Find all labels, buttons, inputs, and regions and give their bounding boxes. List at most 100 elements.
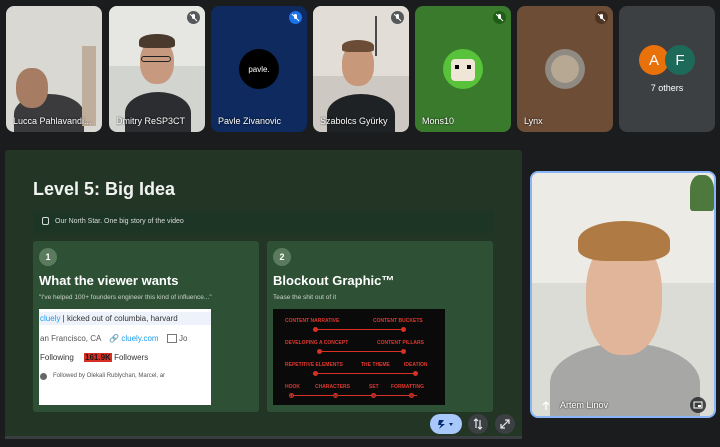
card-subtitle: "I've helped 100+ founders engineer this… [39, 294, 212, 301]
picture-in-picture-icon [693, 401, 703, 409]
participant-avatar: pavle. [239, 49, 279, 89]
profile-screenshot: cluely | kicked out of columbia, harvard… [39, 309, 211, 405]
participant-name: Lynx [524, 116, 543, 126]
blockout-graphic: CONTENT NARRATIVE CONTENT BUCKETS DEVELO… [273, 309, 445, 405]
swap-icon [473, 418, 483, 430]
presentation-button[interactable] [430, 414, 462, 434]
graphic-label: HOOK [285, 384, 300, 390]
graphic-dot: 11 [289, 393, 294, 398]
participant-tile-pavle[interactable]: pavle. Pavle Zivanovic [211, 6, 307, 132]
graphic-label: SET [369, 384, 379, 390]
graphic-label: THE THEME [361, 362, 390, 368]
bio-text: | kicked out of columbia, harvard [60, 314, 178, 323]
filmstrip-bar [5, 436, 522, 439]
avatar-lynx [551, 55, 579, 83]
person-body [327, 94, 395, 132]
graphic-label: CONTENT BUCKETS [373, 318, 423, 324]
swap-button[interactable] [468, 414, 488, 434]
mic-off-icon [187, 11, 200, 24]
followers-label: Followers [114, 353, 149, 362]
graphic-label: REPETITIVE ELEMENTS [285, 362, 343, 368]
website-link: cluely.com [121, 334, 159, 343]
card-blockout-graphic: 2 Blockout Graphic™ Tease the shit out o… [267, 241, 493, 412]
slide-title: Level 5: Big Idea [33, 179, 176, 199]
follow-stats: Following 161.9K Followers [40, 353, 148, 362]
location-text: an Francisco, CA [40, 334, 101, 343]
followers-count: 161.9K [84, 353, 112, 362]
lamp [375, 16, 377, 56]
person-hair [578, 221, 670, 261]
participant-tile-lynx[interactable]: Lynx [517, 6, 613, 132]
bio-line: cluely | kicked out of columbia, harvard [40, 314, 178, 323]
participant-name: Szabolcs Gyürky [320, 116, 388, 126]
participant-tile-mons10[interactable]: Mons10 [415, 6, 511, 132]
following-label: Following [40, 353, 74, 362]
graphic-label: CONTENT PILLARS [377, 340, 424, 346]
graphic-label: IDEATION [404, 362, 428, 368]
graphic-dot [313, 371, 318, 376]
graphic-dot [413, 371, 418, 376]
participant-tile-dmitry[interactable]: Dmitry ReSP3CT [109, 6, 205, 132]
participant-tile-szabolcs[interactable]: Szabolcs Gyürky [313, 6, 409, 132]
graphic-dot [313, 327, 318, 332]
pin-icon[interactable] [540, 399, 552, 411]
mic-off-icon [493, 11, 506, 24]
person-body [125, 92, 191, 132]
graphic-label: DEVELOPING A CONCEPT [285, 340, 349, 346]
person-hair [342, 40, 374, 52]
graphic-line [313, 373, 417, 374]
mic-off-icon [289, 11, 302, 24]
bio-link: cluely [40, 314, 61, 323]
door-frame [82, 46, 96, 126]
graphic-line [289, 395, 417, 396]
participant-name: Dmitry ReSP3CT [116, 116, 186, 126]
graphic-dot [317, 349, 322, 354]
graphic-dot: 8 [409, 393, 414, 398]
person-face [16, 68, 48, 108]
followed-by-text: Followed by Olekali Rublychan, Marcel, a… [53, 373, 166, 379]
graphic-line [313, 329, 405, 330]
graphic-label: CONTENT NARRATIVE [285, 318, 340, 324]
calendar-icon [166, 334, 177, 344]
graphic-dot [401, 327, 406, 332]
expand-button[interactable] [495, 414, 515, 434]
avatar-eye [467, 65, 471, 69]
avatar-figure [451, 59, 475, 81]
north-star-text: Our North Star. One big story of the vid… [55, 218, 184, 225]
card-title: Blockout Graphic™ [273, 273, 395, 288]
participant-avatar [443, 49, 483, 89]
link-icon: 🔗 [109, 334, 120, 343]
mic-off-icon [595, 11, 608, 24]
self-name: Artem Linov [560, 400, 609, 410]
mic-off-icon [391, 11, 404, 24]
graphic-line [317, 351, 405, 352]
follower-avatars [40, 373, 47, 380]
card-viewer-wants: 1 What the viewer wants "I've helped 100… [33, 241, 259, 412]
expand-icon [500, 419, 510, 429]
presentation-stage: Level 5: Big Idea Our North Star. One bi… [5, 150, 522, 438]
participant-avatar [545, 49, 585, 89]
north-star-banner: Our North Star. One big story of the vid… [33, 211, 494, 233]
graphic-dot [401, 349, 406, 354]
card-number: 1 [39, 248, 57, 266]
others-avatar-f: F [665, 45, 695, 75]
graphic-dot: 10 [333, 393, 338, 398]
graphic-label: FORMATTING [391, 384, 424, 390]
location-line: an Francisco, CA 🔗 cluely.com Jo [40, 334, 188, 344]
participant-tile-lucca[interactable]: Lucca Pahlavandi... [6, 6, 102, 132]
card-subtitle: Tease the shit out of it [273, 294, 337, 301]
person-hair [139, 34, 175, 48]
joined-text: Jo [179, 334, 188, 343]
chat-icon [42, 217, 49, 225]
picture-in-picture-button[interactable] [690, 397, 706, 413]
plant [690, 175, 714, 211]
self-view-tile[interactable]: Artem Linov [530, 171, 716, 418]
others-tile[interactable]: A F 7 others [619, 6, 715, 132]
presentation-icon [438, 420, 453, 429]
glasses [141, 56, 171, 62]
participant-name: Lucca Pahlavandi... [13, 116, 92, 126]
card-number: 2 [273, 248, 291, 266]
others-count: 7 others [650, 83, 684, 93]
participant-name: Mons10 [422, 116, 455, 126]
graphic-label: CHARACTERS [315, 384, 350, 390]
